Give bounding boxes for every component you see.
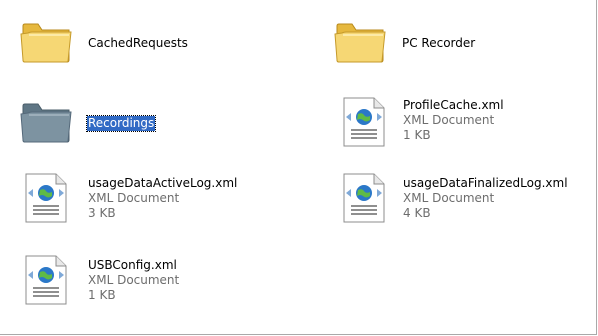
folder-icon bbox=[20, 103, 72, 143]
item-name-selected[interactable]: Recordings bbox=[85, 115, 157, 132]
item-type: XML Document bbox=[403, 191, 495, 205]
item-name: CachedRequests bbox=[88, 36, 188, 50]
item-name: ProfileCache.xml bbox=[403, 98, 504, 112]
xml-file-icon bbox=[343, 97, 385, 147]
xml-file-icon bbox=[25, 255, 67, 305]
file-item-profilecache[interactable]: ProfileCache.xml XML Document 1 KB bbox=[336, 94, 586, 158]
folder-item-cachedrequests[interactable]: CachedRequests bbox=[18, 14, 268, 74]
item-size: 3 KB bbox=[88, 206, 116, 220]
folder-icon bbox=[334, 23, 386, 63]
item-type: XML Document bbox=[88, 191, 180, 205]
file-item-usagedataactivelog[interactable]: usageDataActiveLog.xml XML Document 3 KB bbox=[18, 172, 318, 236]
item-size: 1 KB bbox=[403, 128, 431, 142]
file-item-usbconfig[interactable]: USBConfig.xml XML Document 1 KB bbox=[18, 254, 268, 318]
item-type: XML Document bbox=[403, 113, 495, 127]
file-item-usagedatafinalizedlog[interactable]: usageDataFinalizedLog.xml XML Document 4… bbox=[336, 172, 594, 236]
item-name: usageDataActiveLog.xml bbox=[88, 176, 238, 190]
item-size: 1 KB bbox=[88, 288, 116, 302]
item-size: 4 KB bbox=[403, 206, 431, 220]
xml-file-icon bbox=[343, 173, 385, 223]
xml-file-icon bbox=[25, 173, 67, 223]
item-name: USBConfig.xml bbox=[88, 258, 177, 272]
folder-icon bbox=[20, 23, 72, 63]
item-name: usageDataFinalizedLog.xml bbox=[403, 176, 568, 190]
item-name: PC Recorder bbox=[402, 36, 476, 50]
item-type: XML Document bbox=[88, 273, 180, 287]
folder-item-recordings[interactable]: Recordings bbox=[18, 94, 268, 154]
folder-item-pc-recorder[interactable]: PC Recorder bbox=[332, 14, 582, 74]
